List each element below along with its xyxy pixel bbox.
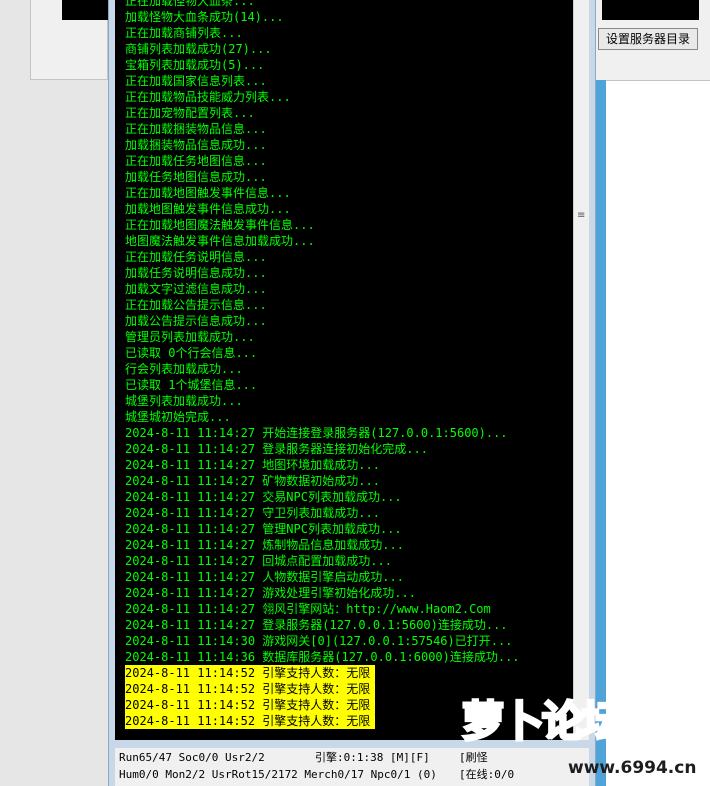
log-line: 正在加载怪物大血条... (125, 0, 255, 8)
log-line: 城堡列表加载成功... (125, 394, 243, 408)
log-line: 城堡城初始完成... (125, 410, 231, 424)
log-line: 2024-8-11 11:14:27 人物数据引擎启动成功... (125, 570, 404, 584)
game-server-console-window: 正在加载怪物大血条... 加载怪物大血条成功(14)... 正在加载商铺列表... 商… (108, 0, 596, 786)
log-line-highlight: 2024-8-11 11:14:52 引擎支持人数：无限 (125, 681, 375, 697)
log-line: 2024-8-11 11:14:30 游戏网关[0](127.0.0.1:575… (125, 634, 513, 648)
forum-watermark: 萝卜论坛 www.6994.cn (460, 688, 710, 786)
log-line: 2024-8-11 11:14:27 矿物数据初始成功... (125, 474, 380, 488)
log-line: 正在加载任务说明信息... (125, 250, 267, 264)
log-line: 正在加载任务地图信息... (125, 154, 267, 168)
log-line: 正在加载商铺列表... (125, 26, 243, 40)
log-line: 行会列表加载成功... (125, 362, 243, 376)
set-server-directory-button[interactable]: 设置服务器目录 (598, 28, 698, 50)
log-line: 正在加载国家信息列表... (125, 74, 267, 88)
log-scrollbar[interactable]: ≡ (573, 0, 589, 740)
log-line: 商铺列表加载成功(27)... (125, 42, 272, 56)
status-engine-uptime: 引擎:0:1:38 [M][F] (315, 751, 430, 764)
log-line: 已读取 1个城堡信息... (125, 378, 258, 392)
log-line: 2024-8-11 11:14:27 游戏处理引擎初始化成功... (125, 586, 416, 600)
log-line: 2024-8-11 11:14:27 地图环境加载成功... (125, 458, 380, 472)
status-run-counters: Run65/47 Soc0/0 Usr2/2 (119, 751, 265, 764)
log-line: 2024-8-11 11:14:27 开始连接登录服务器(127.0.0.1:5… (125, 426, 508, 440)
log-line-highlight: 2024-8-11 11:14:52 引擎支持人数：无限 (125, 713, 375, 729)
log-line: 2024-8-11 11:14:27 回城点配置加载成功... (125, 554, 392, 568)
log-line: 宝箱列表加载成功(5)... (125, 58, 265, 72)
log-line: 2024-8-11 11:14:36 数据库服务器(127.0.0.1:6000… (125, 650, 520, 664)
log-line-highlight: 2024-8-11 11:14:52 引擎支持人数：无限 (125, 665, 375, 681)
log-line: 2024-8-11 11:14:27 登录服务器连接初始化完成... (125, 442, 428, 456)
log-line: 加载任务说明信息成功... (125, 266, 267, 280)
log-line: 正在加载公告提示信息... (125, 298, 267, 312)
log-line: 2024-8-11 11:14:27 登录服务器(127.0.0.1:5600)… (125, 618, 508, 632)
log-line: 正在加载捆装物品信息... (125, 122, 267, 136)
watermark-logo: 萝卜论坛 (460, 696, 625, 748)
log-line: 加载任务地图信息成功... (125, 170, 267, 184)
log-line: 2024-8-11 11:14:27 翎风引擎网站：http://www.Hao… (125, 602, 491, 616)
dialog-black-panel (602, 0, 699, 20)
log-line: 正在加宠物配置列表... (125, 106, 255, 120)
background-window (0, 0, 109, 786)
status-human-counters: Hum0/0 Mon2/2 UsrRot15/2172 Merch0/17 Np… (119, 768, 437, 781)
scroll-grip-icon[interactable]: ≡ (577, 211, 585, 221)
log-panel: 正在加载怪物大血条... 加载怪物大血条成功(14)... 正在加载商铺列表... 商… (115, 0, 573, 740)
log-line: 2024-8-11 11:14:27 交易NPC列表加载成功... (125, 490, 402, 504)
server-settings-dialog: 设置服务器目录 (592, 0, 710, 81)
log-line: 正在加载物品技能威力列表... (125, 90, 291, 104)
log-line: 地图魔法触发事件信息加载成功... (125, 234, 315, 248)
log-line: 正在加载地图触发事件信息... (125, 186, 291, 200)
background-window-black-panel (62, 0, 108, 20)
log-line: 2024-8-11 11:14:27 炼制物品信息加载成功... (125, 538, 404, 552)
watermark-url: www.6994.cn (568, 758, 697, 778)
log-line: 加载捆装物品信息成功... (125, 138, 267, 152)
log-line-highlight: 2024-8-11 11:14:52 引擎支持人数：无限 (125, 697, 375, 713)
log-line: 正在加载地图魔法触发事件信息... (125, 218, 315, 232)
log-line: 2024-8-11 11:14:27 守卫列表加载成功... (125, 506, 380, 520)
log-line: 已读取 0个行会信息... (125, 346, 258, 360)
log-line: 加载文字过滤信息成功... (125, 282, 267, 296)
log-line: 加载地图触发事件信息成功... (125, 202, 291, 216)
log-line: 加载公告提示信息成功... (125, 314, 267, 328)
log-line: 2024-8-11 11:14:27 管理NPC列表加载成功... (125, 522, 402, 536)
log-lines: 正在加载怪物大血条... 加载怪物大血条成功(14)... 正在加载商铺列表... 商… (125, 0, 575, 729)
log-line: 管理员列表加载成功... (125, 330, 255, 344)
log-line: 加载怪物大血条成功(14)... (125, 10, 284, 24)
